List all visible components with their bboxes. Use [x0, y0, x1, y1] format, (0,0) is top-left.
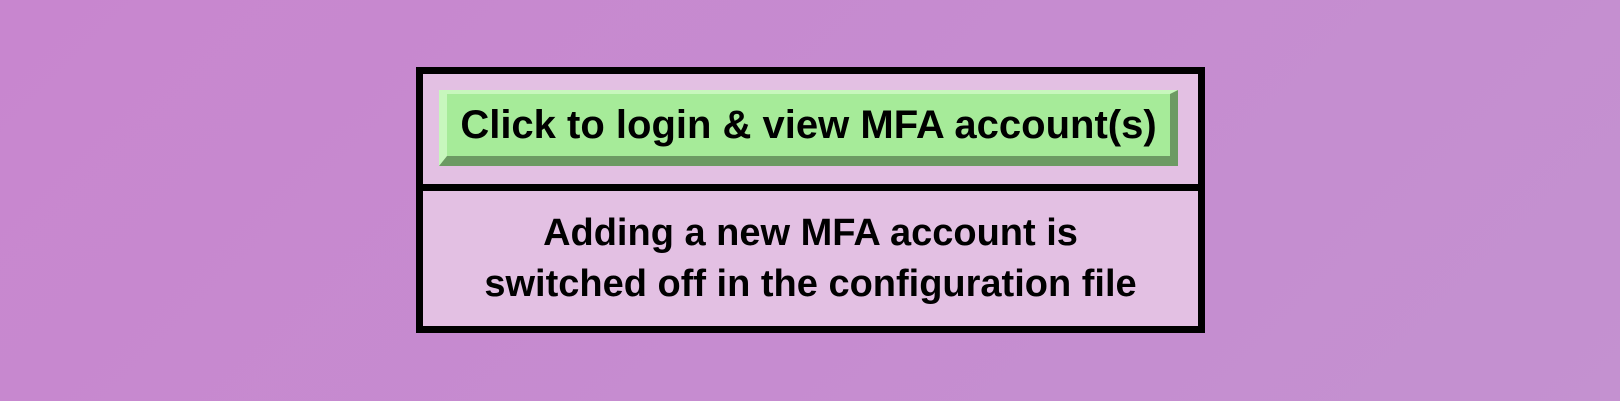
- notice-line-2: switched off in the configuration file: [484, 262, 1137, 305]
- notice-section: Adding a new MFA account is switched off…: [423, 191, 1198, 326]
- notice-line-1: Adding a new MFA account is: [543, 211, 1078, 254]
- mfa-panel: Click to login & view MFA account(s) Add…: [416, 67, 1205, 333]
- add-account-disabled-notice: Adding a new MFA account is switched off…: [484, 208, 1136, 310]
- login-section: Click to login & view MFA account(s): [423, 74, 1198, 191]
- login-view-mfa-button[interactable]: Click to login & view MFA account(s): [439, 90, 1178, 166]
